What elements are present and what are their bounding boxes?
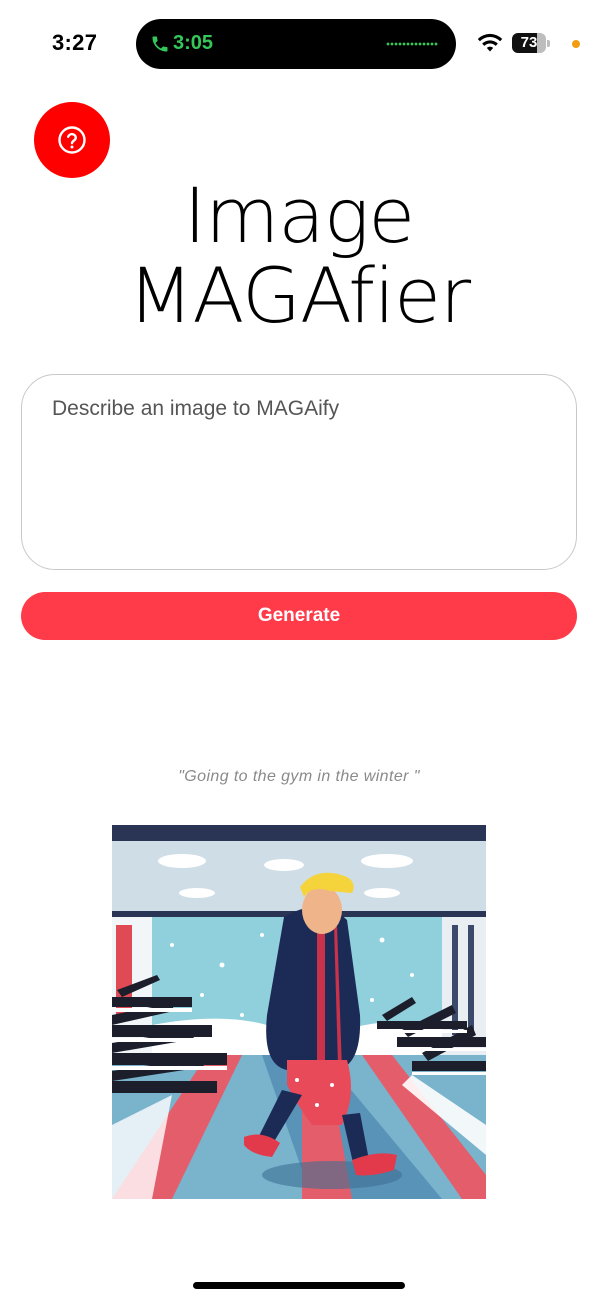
title-line-2: MAGAfier [127, 251, 471, 340]
question-circle-icon [58, 126, 86, 154]
battery-indicator: 73 [512, 33, 550, 53]
home-indicator[interactable] [193, 1282, 405, 1289]
generate-button[interactable]: Generate [21, 592, 577, 640]
call-duration: 3:05 [173, 32, 214, 54]
image-caption: "Going to the gym in the winter " [178, 768, 420, 785]
generated-image[interactable] [112, 825, 486, 1199]
prompt-box[interactable] [21, 374, 577, 570]
phone-icon [152, 36, 168, 52]
privacy-indicator-dot [572, 40, 580, 48]
audio-wave-icon [386, 42, 438, 46]
dynamic-island[interactable]: 3:05 [136, 19, 456, 69]
page-title: Image MAGAfier [0, 176, 598, 336]
help-button[interactable] [34, 102, 110, 178]
battery-percent: 73 [520, 34, 538, 51]
status-time: 3:27 [52, 30, 98, 55]
title-line-1: Image [183, 171, 415, 260]
prompt-input[interactable] [52, 397, 542, 547]
wifi-icon [477, 33, 503, 52]
